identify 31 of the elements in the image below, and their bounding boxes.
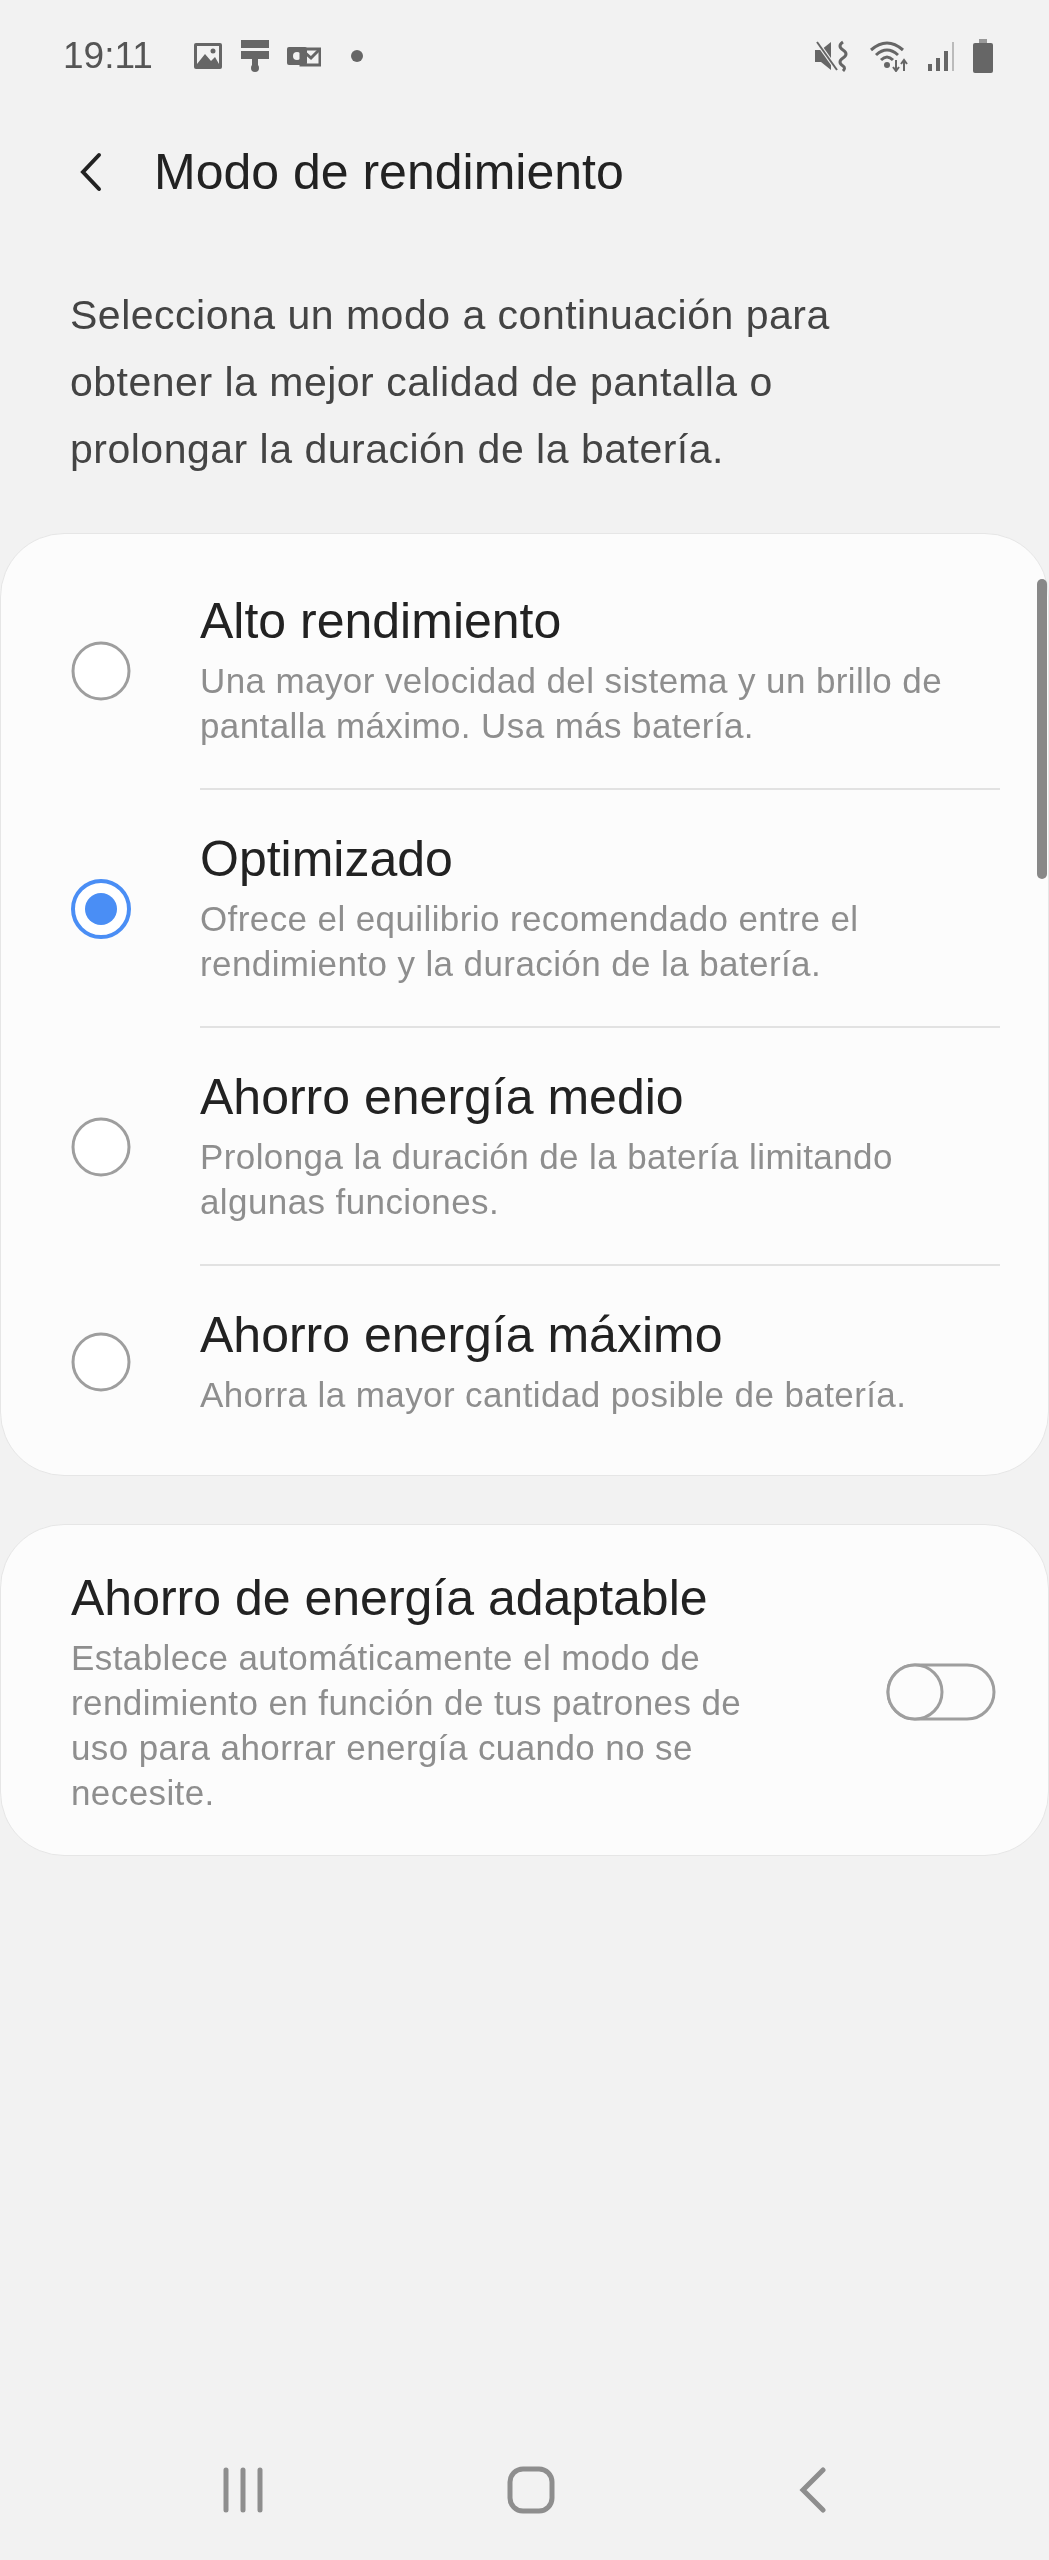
option-title: Ahorro energía máximo <box>200 1306 724 1364</box>
signal-icon <box>927 40 955 72</box>
radio-button[interactable] <box>71 641 131 701</box>
setting-description: Establece automáticamente el modo de rendimiento en función de tus patrones de uso para ahorrar energía cuando no se necesite. <box>71 1637 743 1814</box>
option-title: Alto rendimiento <box>200 592 563 650</box>
status-time: 19:11 <box>63 35 153 77</box>
back-icon <box>80 152 102 192</box>
description-text: Selecciona un modo a continuación para obtener la mejor calidad de pantalla o prolongar la duración de la batería. <box>70 291 831 474</box>
radio-button[interactable] <box>71 1331 131 1392</box>
option-description: Una mayor velocidad del sistema y un brillo de pantalla máximo. Usa más batería. <box>200 660 944 747</box>
option-description: Prolonga la duración de la batería limitando algunas funciones. <box>200 1136 894 1223</box>
recent-apps-icon <box>221 2467 266 2513</box>
radio-button[interactable] <box>71 1117 131 1177</box>
option-title: Ahorro energía medio <box>200 1068 685 1126</box>
back-icon <box>797 2467 828 2513</box>
mode-option[interactable]: Ahorro energía medio Prolonga la duración de la batería limitando algunas funciones. <box>1 1028 1048 1266</box>
page-title: Modo de rendimiento <box>154 143 624 201</box>
image-icon <box>192 42 223 70</box>
option-description: Ofrece el equilibrio recomendado entre el rendimiento y la duración de la batería. <box>200 898 860 985</box>
wifi-icon <box>869 40 909 72</box>
setting-title: Ahorro de energía adaptable <box>71 1569 709 1627</box>
mode-option[interactable]: Optimizado Ofrece el equilibrio recomendado entre el rendimiento y la duración de la batería. <box>1 790 1048 1028</box>
radio-button[interactable] <box>71 879 131 939</box>
mode-option[interactable]: Ahorro energía máximo Ahorra la mayor cantidad posible de batería. <box>1 1266 1048 1457</box>
home-icon <box>507 2466 556 2514</box>
dot-icon <box>350 50 363 62</box>
battery-icon <box>973 39 993 73</box>
option-description: Ahorra la mayor cantidad posible de batería. <box>200 1374 908 1416</box>
paint-roller-icon <box>240 40 269 72</box>
mode-option[interactable]: Alto rendimiento Una mayor velocidad del sistema y un brillo de pantalla máximo. Usa más batería. <box>1 552 1048 790</box>
option-title: Optimizado <box>200 830 454 888</box>
